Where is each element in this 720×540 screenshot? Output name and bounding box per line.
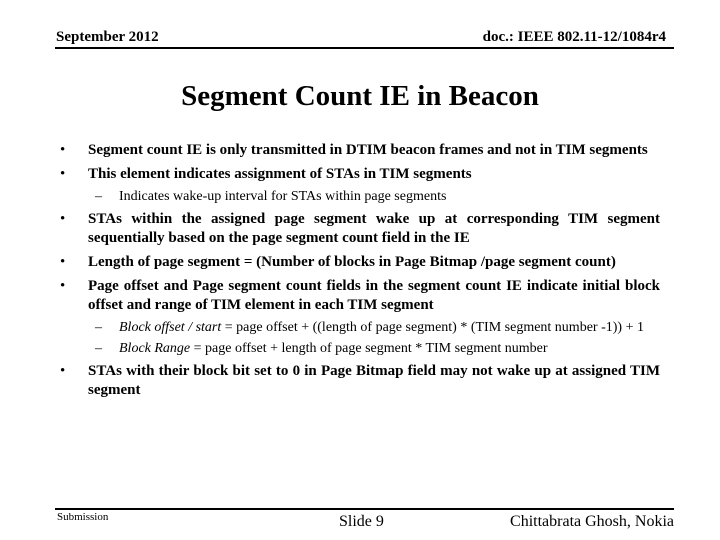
bullet-item: • This element indicates assignment of S…: [60, 165, 660, 184]
bullet-text: Segment count IE is only transmitted in …: [88, 142, 648, 158]
footer-rule: [55, 508, 674, 510]
bullet-icon: •: [60, 363, 66, 379]
slide-title: Segment Count IE in Beacon: [181, 80, 539, 112]
formula-term: Block Range: [119, 341, 191, 356]
bullet-text: This element indicates assignment of STA…: [88, 166, 472, 182]
header-rule: [55, 47, 674, 49]
bullet-text: Length of page segment = (Number of bloc…: [88, 254, 616, 270]
header-date: September 2012: [56, 29, 159, 45]
slide-number: Slide 9: [339, 513, 384, 530]
sub-bullet-item: – Block Range = page offset + length of …: [60, 339, 660, 358]
bullet-text: STAs with their block bit set to 0 in Pa…: [88, 363, 660, 398]
bullet-item: • Segment count IE is only transmitted i…: [60, 141, 660, 160]
bullet-text: STAs within the assigned page segment wa…: [88, 211, 660, 246]
bullet-item: • Page offset and Page segment count fie…: [60, 277, 660, 315]
formula-text: = page offset + ((length of page segment…: [221, 320, 644, 335]
formula-text: = page offset + length of page segment *…: [190, 341, 548, 356]
bullet-item: • STAs within the assigned page segment …: [60, 210, 660, 248]
formula-term: Block offset / start: [119, 320, 222, 335]
sub-bullet-item: – Block offset / start = page offset + (…: [60, 318, 660, 337]
footer-submission: Submission: [57, 511, 109, 523]
dash-icon: –: [95, 341, 102, 356]
bullet-item: • Length of page segment = (Number of bl…: [60, 253, 660, 272]
bullet-item: • STAs with their block bit set to 0 in …: [60, 362, 660, 400]
footer-author: Chittabrata Ghosh, Nokia: [510, 513, 674, 530]
dash-icon: –: [95, 189, 102, 204]
sub-bullet-item: – Indicates wake-up interval for STAs wi…: [60, 187, 660, 206]
header-doc-id: doc.: IEEE 802.11-12/1084r4: [482, 29, 666, 45]
bullet-icon: •: [60, 142, 66, 158]
bullet-text: Page offset and Page segment count field…: [88, 278, 660, 313]
bullet-icon: •: [60, 211, 66, 227]
sub-bullet-text: Indicates wake-up interval for STAs with…: [119, 189, 447, 204]
dash-icon: –: [95, 320, 102, 335]
slide-body: • Segment count IE is only transmitted i…: [60, 141, 660, 405]
bullet-icon: •: [60, 254, 66, 270]
bullet-icon: •: [60, 166, 66, 182]
bullet-icon: •: [60, 278, 66, 294]
